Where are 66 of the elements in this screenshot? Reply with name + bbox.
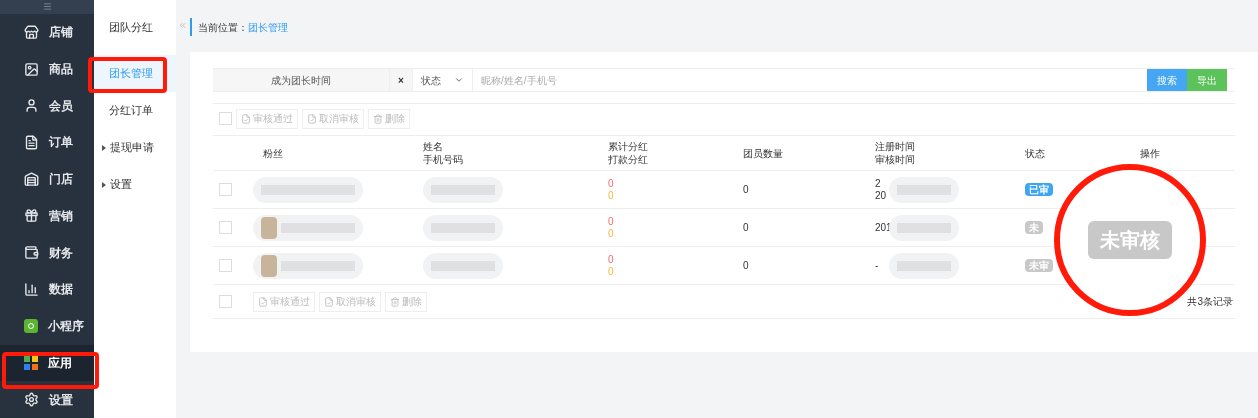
paid-dividend: 0 <box>608 227 614 240</box>
column-header: 粉丝 <box>262 146 284 160</box>
blurred-area <box>889 214 959 241</box>
document-icon <box>258 296 268 307</box>
document-icon <box>324 296 334 307</box>
date-range-field[interactable]: 成为团长时间 <box>213 69 390 91</box>
column-header: 团员数量 <box>743 146 784 160</box>
status-select[interactable]: 状态 <box>413 69 473 91</box>
doc-icon <box>24 134 39 150</box>
apps-grid-icon <box>24 355 38 370</box>
column-header: 注册时间 审核时间 <box>875 140 916 166</box>
nav-item[interactable]: 数据 <box>0 271 94 308</box>
paid-dividend: 0 <box>608 265 614 278</box>
breadcrumb-label: 当前位置： <box>198 20 248 35</box>
clear-button[interactable]: × <box>390 69 413 91</box>
sub-nav-item[interactable]: 提现申请 <box>94 129 176 166</box>
checkbox[interactable] <box>219 295 232 308</box>
blurred-area <box>889 176 959 203</box>
column-header: 累计分红 打款分红 <box>608 140 649 166</box>
total-dividend: 0 <box>608 177 614 190</box>
nav-item[interactable]: 小程序 <box>0 307 94 345</box>
trash-icon <box>373 113 383 124</box>
menu-icon[interactable] <box>42 2 52 12</box>
column-header: 操作 <box>1140 146 1161 160</box>
collapse-icon <box>178 20 187 30</box>
record-count: 共3条记录 <box>1187 295 1233 309</box>
trash-icon <box>390 296 400 307</box>
checkbox[interactable] <box>219 221 232 234</box>
member-count: 0 <box>743 222 749 233</box>
nav-item[interactable]: 设置 <box>0 381 94 418</box>
total-dividend: 0 <box>608 253 614 266</box>
blurred-area <box>889 252 959 279</box>
gear-icon <box>24 392 39 408</box>
paid-dividend: 0 <box>608 189 614 202</box>
nav-item[interactable]: 财务 <box>0 234 94 272</box>
checkbox[interactable] <box>219 259 232 272</box>
nav-item[interactable]: 商品 <box>0 50 94 88</box>
gift-icon <box>24 208 39 224</box>
chart-icon <box>24 281 39 297</box>
register-time: 2 <box>875 177 881 190</box>
nav-item[interactable]: 会员 <box>0 87 94 125</box>
audit-time: 20 <box>875 189 887 202</box>
register-time: 201 <box>875 221 892 234</box>
document-icon <box>241 113 251 124</box>
search-field[interactable]: 昵称/姓名/手机号 <box>473 69 1147 91</box>
checkbox[interactable] <box>219 183 232 196</box>
member-count: 0 <box>743 260 749 271</box>
status-badge: 已审 <box>1025 183 1053 196</box>
nav-item[interactable]: 营销 <box>0 197 94 235</box>
mini-program-icon <box>24 319 38 334</box>
nav-item[interactable]: 订单 <box>0 124 94 161</box>
section-title: 团队分红 <box>108 20 154 36</box>
column-header: 姓名 手机号码 <box>423 140 464 166</box>
column-header: 状态 <box>1025 146 1046 160</box>
sub-nav-item[interactable]: 分红订单 <box>94 92 176 129</box>
member-count: 0 <box>743 184 749 195</box>
checkbox[interactable] <box>219 112 232 125</box>
store-icon <box>24 24 39 40</box>
nav-item[interactable]: 店铺 <box>0 13 94 51</box>
document-icon <box>307 113 317 124</box>
sub-nav-item[interactable]: 设置 <box>94 166 176 203</box>
total-dividend: 0 <box>608 215 614 228</box>
user-icon <box>24 98 39 114</box>
nav-item[interactable]: 门店 <box>0 160 94 198</box>
audit-time: - <box>875 259 879 272</box>
chevron-icon <box>454 75 464 85</box>
